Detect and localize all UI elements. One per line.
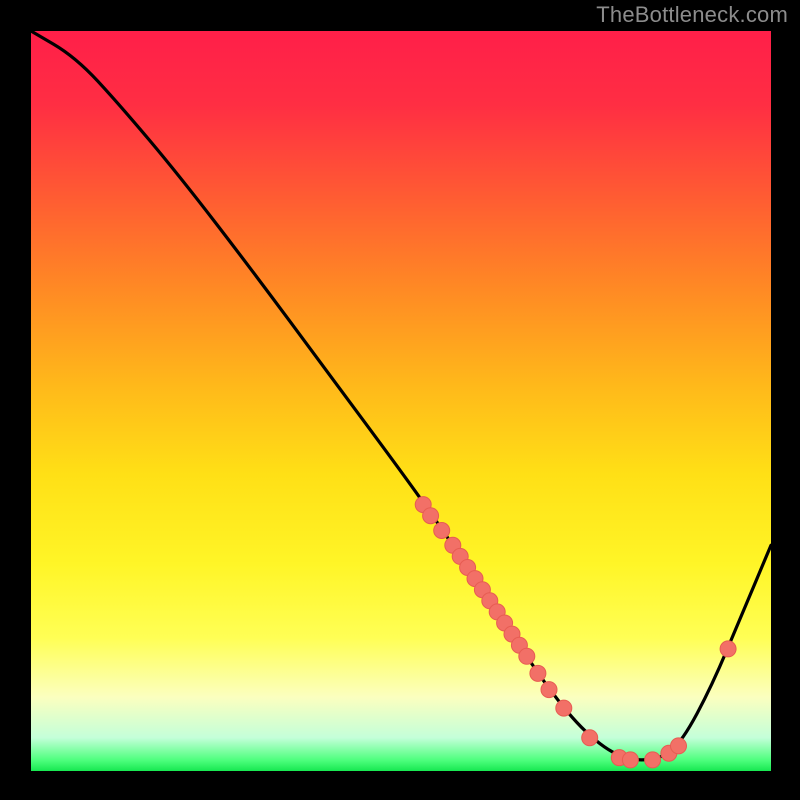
chart-marker xyxy=(530,665,546,681)
chart-marker xyxy=(434,523,450,539)
chart-marker xyxy=(720,641,736,657)
chart-marker xyxy=(519,648,535,664)
chart-stage: TheBottleneck.com xyxy=(0,0,800,800)
chart-marker xyxy=(582,730,598,746)
chart-marker xyxy=(556,700,572,716)
chart-marker xyxy=(541,682,557,698)
gradient-panel xyxy=(31,31,771,771)
chart-marker xyxy=(645,752,661,768)
chart-svg xyxy=(0,0,800,800)
chart-marker xyxy=(423,508,439,524)
chart-marker xyxy=(671,738,687,754)
attribution-label: TheBottleneck.com xyxy=(596,2,788,28)
chart-marker xyxy=(622,752,638,768)
